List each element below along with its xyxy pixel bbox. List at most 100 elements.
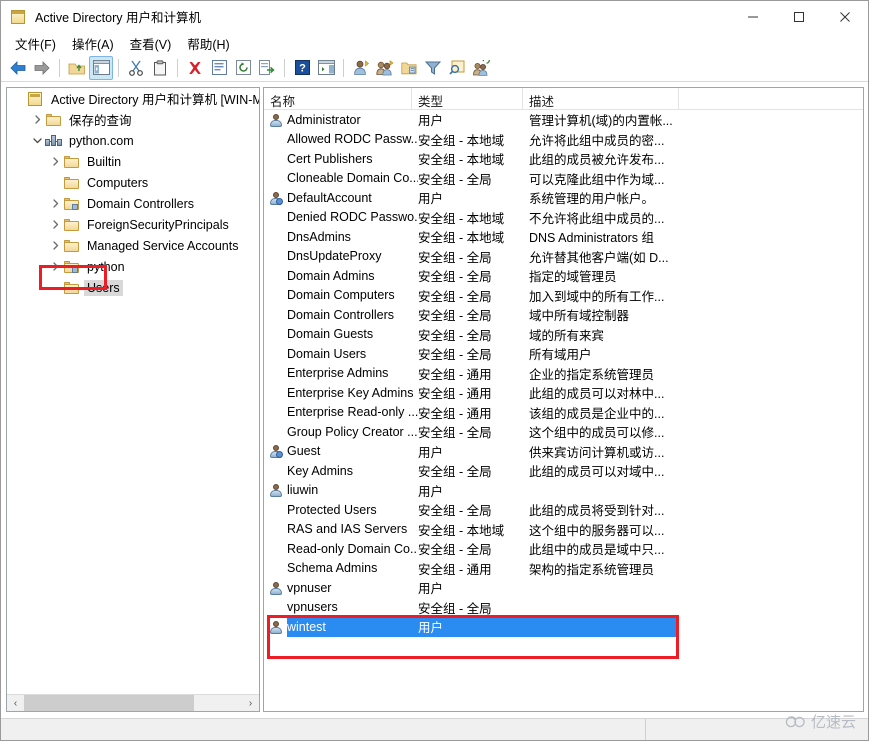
folder-icon [63, 238, 80, 254]
table-row[interactable]: Cert Publishers 安全组 - 本地域 此组的成员被允许发布... [264, 149, 863, 169]
table-row[interactable]: Allowed RODC Passw... 安全组 - 本地域 允许将此组中成员的密… [264, 130, 863, 150]
table-row[interactable]: vpnusers 安全组 - 全局 [264, 598, 863, 618]
table-row[interactable]: Enterprise Admins 安全组 - 通用 企业的指定系统管理员 [264, 364, 863, 384]
tree-horizontal-scrollbar[interactable]: ‹ › [7, 694, 259, 711]
tree-node-python-com[interactable]: python.com [7, 130, 259, 151]
column-header-filler [679, 88, 863, 109]
back-icon[interactable] [6, 56, 30, 80]
scroll-track[interactable] [24, 694, 242, 711]
show-hide-console-tree-icon[interactable] [89, 55, 113, 80]
chevron-right-icon[interactable] [29, 109, 45, 130]
table-row[interactable]: DnsAdmins 安全组 - 本地域 DNS Administrators 组 [264, 227, 863, 247]
menu-file[interactable]: 文件(F) [7, 32, 64, 55]
tree-node-text: 保存的查询 [69, 114, 132, 128]
table-row[interactable]: liuwin 用户 [264, 481, 863, 501]
scroll-thumb[interactable] [24, 694, 195, 711]
table-row[interactable]: DnsUpdateProxy 安全组 - 全局 允许替其他客户端(如 D... [264, 247, 863, 267]
group-icon [268, 541, 284, 557]
table-row[interactable]: Protected Users 安全组 - 全局 此组的成员将受到针对... [264, 500, 863, 520]
tree-node-foreignsecurityprincipals[interactable]: ForeignSecurityPrincipals [7, 214, 259, 235]
column-header-description[interactable]: 描述 [523, 88, 679, 109]
chevron-right-icon[interactable] [47, 214, 63, 235]
group-icon [268, 229, 284, 245]
table-row[interactable]: Read-only Domain Co... 安全组 - 全局 此组中的成员是域中只… [264, 539, 863, 559]
table-row[interactable]: Domain Users 安全组 - 全局 所有域用户 [264, 344, 863, 364]
tree-node-computers[interactable]: Computers [7, 172, 259, 193]
export-list-icon[interactable] [255, 56, 279, 80]
table-row[interactable]: vpnuser 用户 [264, 578, 863, 598]
table-row[interactable]: wintest 用户 [264, 617, 863, 637]
tree-node-users[interactable]: Users [7, 277, 259, 298]
group-icon [268, 326, 284, 342]
chevron-right-icon[interactable] [47, 235, 63, 256]
table-row[interactable]: Enterprise Key Admins 安全组 - 通用 此组的成员可以对林中.… [264, 383, 863, 403]
up-one-level-icon[interactable] [65, 56, 89, 80]
tree-node-active-directory-win-mv[interactable]: Active Directory 用户和计算机 [WIN-MV [7, 88, 259, 109]
scroll-left-arrow[interactable]: ‹ [7, 695, 24, 712]
menu-view[interactable]: 查看(V) [122, 32, 180, 55]
cell-type: 安全组 - 本地域 [418, 231, 505, 246]
tree-node-label: Builtin [80, 155, 124, 169]
scroll-right-arrow[interactable]: › [242, 695, 259, 712]
tree-node-[interactable]: 保存的查询 [7, 109, 259, 130]
delete-icon[interactable] [183, 56, 207, 80]
table-row[interactable]: Administrator 用户 管理计算机(域)的内置帐... [264, 110, 863, 130]
table-row[interactable]: Domain Guests 安全组 - 全局 域的所有来宾 [264, 325, 863, 345]
chevron-down-icon[interactable] [29, 130, 45, 151]
cell-description: 域的所有来宾 [529, 328, 605, 343]
cell-name: Domain Computers [287, 288, 395, 303]
chevron-right-icon[interactable] [47, 193, 63, 214]
table-row[interactable]: Cloneable Domain Co... 安全组 - 全局 可以克隆此组中作为域… [264, 169, 863, 189]
table-row[interactable]: Domain Admins 安全组 - 全局 指定的域管理员 [264, 266, 863, 286]
new-user-icon[interactable] [349, 56, 373, 80]
copy-icon[interactable] [148, 56, 172, 80]
table-row[interactable]: Group Policy Creator ... 安全组 - 全局 这个组中的成员可… [264, 422, 863, 442]
saved-query-icon[interactable] [469, 56, 493, 80]
close-button[interactable] [822, 1, 868, 32]
table-row[interactable]: Enterprise Read-only ... 安全组 - 通用 该组的成员是企业… [264, 403, 863, 423]
chevron-right-icon[interactable] [47, 151, 63, 172]
cell-name: Domain Admins [287, 268, 375, 283]
cell-description: 此组的成员被允许发布... [529, 153, 665, 168]
details-list[interactable]: Administrator 用户 管理计算机(域)的内置帐... Allowed RO… [264, 110, 863, 637]
cell-description: DNS Administrators 组 [529, 231, 655, 246]
tree-node-managed-service-accounts[interactable]: Managed Service Accounts [7, 235, 259, 256]
new-group-icon[interactable] [373, 56, 397, 80]
chevron-right-icon[interactable] [47, 256, 63, 277]
separator-4 [284, 58, 285, 77]
properties-icon[interactable] [207, 56, 231, 80]
forward-icon[interactable] [30, 56, 54, 80]
column-header-type[interactable]: 类型 [412, 88, 523, 109]
cut-icon[interactable] [124, 56, 148, 80]
tree-node-domain-controllers[interactable]: Domain Controllers [7, 193, 259, 214]
table-row[interactable]: Domain Computers 安全组 - 全局 加入到域中的所有工作... [264, 286, 863, 306]
table-row[interactable]: Domain Controllers 安全组 - 全局 域中所有域控制器 [264, 305, 863, 325]
new-ou-icon[interactable] [397, 56, 421, 80]
column-header-name[interactable]: 名称 [264, 88, 412, 109]
cell-type: 安全组 - 全局 [418, 465, 492, 480]
table-row[interactable]: RAS and IAS Servers 安全组 - 本地域 这个组中的服务器可以..… [264, 520, 863, 540]
status-bar-left [1, 718, 646, 740]
tree-node-builtin[interactable]: Builtin [7, 151, 259, 172]
table-row[interactable]: Denied RODC Passwo... 安全组 - 本地域 不允许将此组中成员的… [264, 208, 863, 228]
table-row[interactable]: Guest 用户 供来宾访问计算机或访... [264, 442, 863, 462]
cell-type: 用户 [418, 114, 444, 129]
maximize-button[interactable] [776, 1, 822, 32]
cell-name: Administrator [287, 112, 361, 127]
table-row[interactable]: DefaultAccount 用户 系统管理的用户帐户。 [264, 188, 863, 208]
show-hide-action-pane-icon[interactable] [314, 56, 338, 80]
table-row[interactable]: Schema Admins 安全组 - 通用 架构的指定系统管理员 [264, 559, 863, 579]
help-icon[interactable]: ? [290, 56, 314, 80]
console-tree[interactable]: Active Directory 用户和计算机 [WIN-MV 保存的查询 pyth… [7, 88, 259, 693]
filter-icon[interactable] [421, 56, 445, 80]
menu-action[interactable]: 操作(A) [64, 32, 122, 55]
find-icon[interactable] [445, 56, 469, 80]
menu-help[interactable]: 帮助(H) [179, 32, 237, 55]
cell-description: 域中所有域控制器 [529, 309, 630, 324]
table-row[interactable]: Key Admins 安全组 - 全局 此组的成员可以对域中... [264, 461, 863, 481]
tree-node-text: Domain Controllers [87, 196, 194, 211]
tree-node-python[interactable]: python [7, 256, 259, 277]
folder-icon [63, 154, 80, 170]
refresh-icon[interactable] [231, 56, 255, 80]
minimize-button[interactable] [730, 1, 776, 32]
